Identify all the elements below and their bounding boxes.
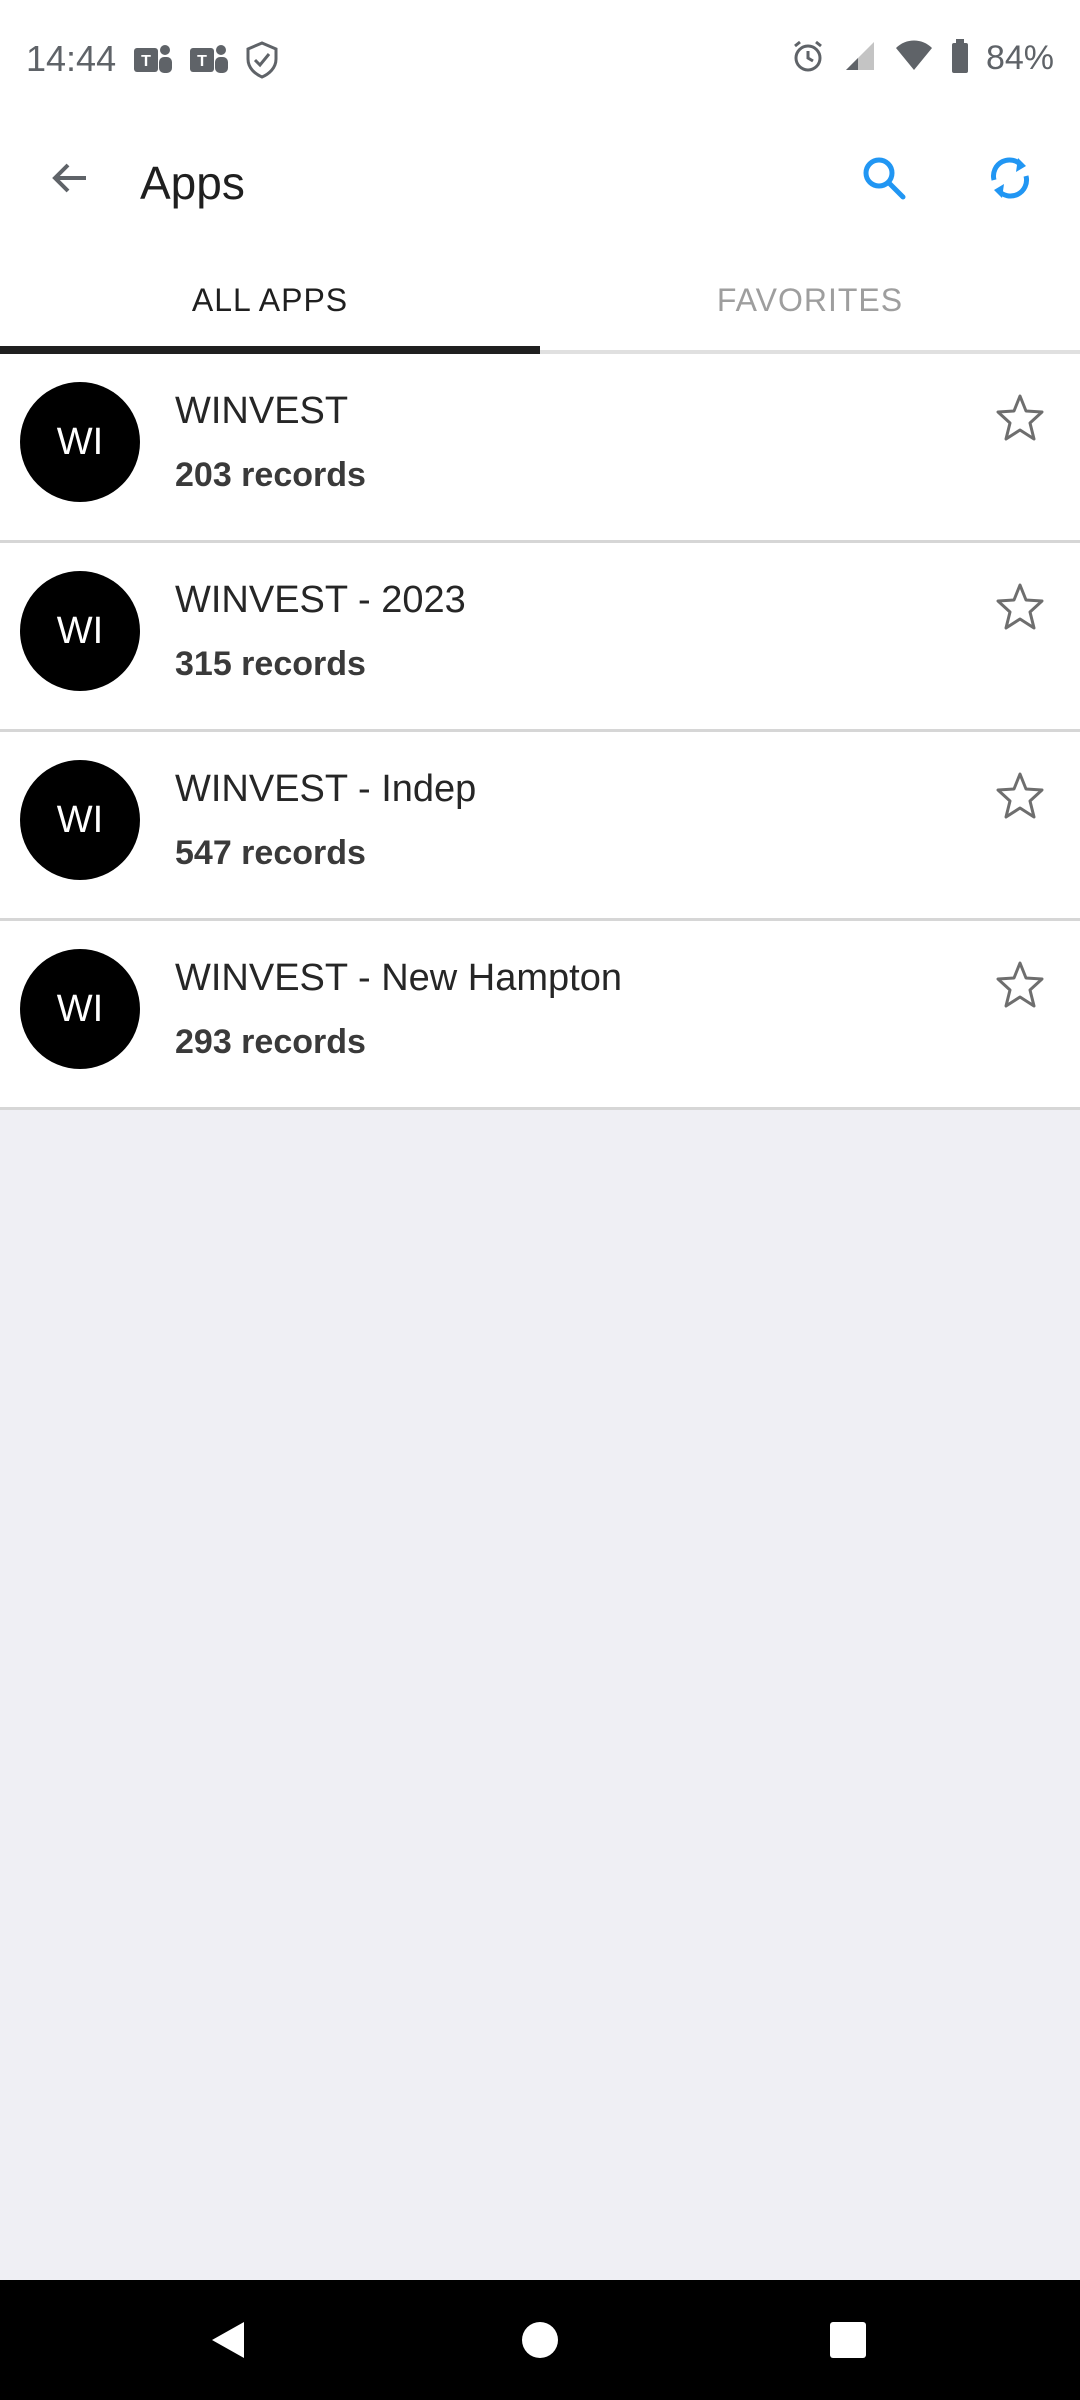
favorite-button[interactable]	[984, 760, 1056, 832]
search-button[interactable]	[844, 138, 924, 218]
status-time: 14:44	[26, 38, 117, 79]
status-bar: 14:44 T T 84%	[0, 0, 1080, 120]
nav-home-button[interactable]	[500, 2300, 580, 2380]
nav-recents-button[interactable]	[808, 2300, 888, 2380]
app-list: WI WINVEST 203 records WI WINVEST - 2023…	[0, 354, 1080, 1110]
favorite-button[interactable]	[984, 382, 1056, 454]
notification-icons: T T	[132, 40, 280, 85]
list-item[interactable]: WI WINVEST - 2023 315 records	[0, 543, 1080, 732]
tab-favorites[interactable]: FAVORITES	[540, 250, 1080, 350]
refresh-icon	[991, 157, 1029, 199]
app-bar: Apps	[0, 120, 1080, 250]
battery-icon	[950, 38, 970, 79]
star-icon	[996, 583, 1044, 630]
star-icon	[996, 394, 1044, 441]
arrow-left-icon	[52, 163, 86, 193]
tab-all-apps[interactable]: ALL APPS	[0, 250, 540, 350]
teams-icon: T	[188, 40, 230, 85]
list-item[interactable]: WI WINVEST - New Hampton 293 records	[0, 921, 1080, 1110]
record-count: 293 records	[175, 1023, 366, 1061]
square-recents-icon	[830, 2322, 866, 2358]
refresh-button[interactable]	[970, 138, 1050, 218]
signal-icon	[842, 38, 878, 79]
app-name: WINVEST - Indep	[175, 768, 477, 810]
circle-home-icon	[522, 2322, 558, 2358]
app-name: WINVEST	[175, 390, 349, 432]
wifi-icon	[894, 38, 934, 79]
avatar: WI	[20, 949, 140, 1069]
screen: 14:44 T T 84% Apps ALL APPS FAVORITES WI…	[0, 0, 1080, 2400]
tab-bar: ALL APPS FAVORITES	[0, 250, 1080, 354]
nav-back-button[interactable]	[188, 2300, 268, 2380]
page-title: Apps	[140, 157, 245, 209]
search-icon	[863, 157, 906, 200]
active-tab-indicator	[0, 346, 540, 354]
favorite-button[interactable]	[984, 949, 1056, 1021]
avatar: WI	[20, 571, 140, 691]
shield-icon	[244, 40, 280, 85]
avatar: WI	[20, 382, 140, 502]
svg-text:T: T	[141, 53, 151, 70]
back-button[interactable]	[30, 138, 110, 218]
record-count: 315 records	[175, 645, 366, 683]
tab-label: FAVORITES	[716, 281, 904, 318]
status-right: 84%	[790, 38, 1054, 79]
list-item[interactable]: WI WINVEST - Indep 547 records	[0, 732, 1080, 921]
record-count: 547 records	[175, 834, 366, 872]
triangle-back-icon	[212, 2322, 244, 2358]
favorite-button[interactable]	[984, 571, 1056, 643]
record-count: 203 records	[175, 456, 366, 494]
list-item[interactable]: WI WINVEST 203 records	[0, 354, 1080, 543]
star-icon	[996, 772, 1044, 819]
teams-icon: T	[132, 40, 174, 85]
system-nav-bar	[0, 2280, 1080, 2400]
app-name: WINVEST - New Hampton	[175, 957, 622, 999]
star-icon	[996, 961, 1044, 1008]
battery-percentage: 84%	[985, 39, 1054, 77]
alarm-icon	[790, 38, 826, 79]
svg-text:T: T	[197, 53, 207, 70]
avatar: WI	[20, 760, 140, 880]
app-name: WINVEST - 2023	[175, 579, 466, 621]
tab-label: ALL APPS	[191, 281, 349, 318]
